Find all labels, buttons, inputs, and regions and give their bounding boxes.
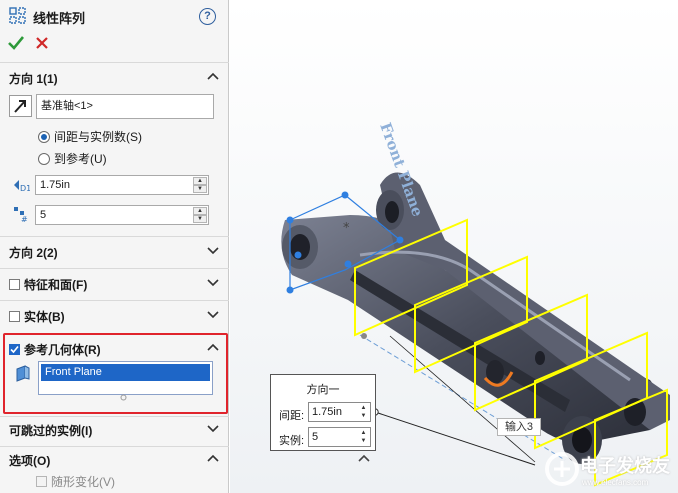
- direction-callout: 方向一 间距: 1.75in ▲ ▼ 实例: 5 ▲ ▼: [270, 374, 376, 451]
- section-direction-2[interactable]: 方向 2(2): [0, 236, 229, 268]
- section-title-direction-1[interactable]: 方向 1(1): [9, 70, 58, 87]
- callout-instances-label: 实例:: [279, 435, 305, 447]
- svg-text:D1: D1: [20, 184, 30, 193]
- spacing-input[interactable]: 1.75in ▲ ▼: [35, 175, 209, 195]
- ref-geometry-list[interactable]: Front Plane: [38, 361, 213, 395]
- features-faces-label: 特征和面(F): [24, 278, 88, 292]
- spacing-instances-label: 间距与实例数(S): [54, 130, 142, 144]
- instances-count-icon: #: [14, 207, 28, 223]
- property-manager-header: 线性阵列 ?: [0, 0, 229, 62]
- ok-check-icon[interactable]: [7, 34, 25, 52]
- callout-instances-stepper[interactable]: ▲ ▼: [358, 429, 369, 445]
- instances-stepper[interactable]: ▲ ▼: [193, 207, 207, 224]
- chevron-down-icon[interactable]: [207, 277, 219, 287]
- features-faces-checkbox[interactable]: 特征和面(F): [9, 276, 87, 293]
- direction-reference-field[interactable]: 基准轴<1>: [36, 94, 214, 119]
- input-tag[interactable]: 输入3: [497, 418, 541, 436]
- svg-text:#: #: [21, 215, 28, 223]
- list-resize-handle[interactable]: [120, 394, 127, 401]
- svg-text:*: *: [343, 221, 350, 236]
- chevron-up-icon[interactable]: [207, 71, 219, 81]
- down-arrow-icon[interactable]: ▼: [358, 437, 369, 445]
- section-title-options[interactable]: 选项(O): [9, 452, 50, 469]
- callout-spacing-value: 1.75in: [312, 406, 342, 418]
- callout-spacing-stepper[interactable]: ▲ ▼: [358, 404, 369, 420]
- chevron-up-icon[interactable]: [207, 453, 219, 463]
- spacing-value: 1.75in: [40, 179, 70, 191]
- vary-sketch-label: 随形变化(V): [51, 475, 115, 489]
- spacing-d1-icon: D1: [14, 180, 30, 193]
- watermark-url: www.elecfans.com: [582, 478, 649, 487]
- page-title: 线性阵列: [33, 11, 86, 26]
- chevron-down-icon[interactable]: [207, 245, 219, 255]
- help-button[interactable]: ?: [199, 8, 216, 25]
- list-item[interactable]: Front Plane: [41, 364, 210, 381]
- chevron-up-icon[interactable]: [207, 342, 219, 352]
- bodies-checkbox[interactable]: 实体(B): [9, 308, 65, 325]
- property-manager: 线性阵列 ? 方向 1(1) 基准轴<1> 间距与实例数(S) 到参考(U) D…: [0, 0, 237, 493]
- section-direction-1: 方向 1(1) 基准轴<1> 间距与实例数(S) 到参考(U) D1 1.75i…: [0, 62, 229, 234]
- spacing-stepper[interactable]: ▲ ▼: [193, 177, 207, 194]
- instances-value: 5: [40, 209, 47, 221]
- bodies-label: 实体(B): [24, 310, 65, 324]
- ref-geometry-checkbox[interactable]: 参考几何体(R): [9, 341, 101, 358]
- up-arrow-icon[interactable]: ▲: [358, 404, 369, 412]
- chevron-down-icon[interactable]: [207, 309, 219, 319]
- section-options: 选项(O) 随形变化(V): [0, 446, 229, 493]
- instances-input[interactable]: 5 ▲ ▼: [35, 205, 209, 225]
- plane-icon: [16, 365, 30, 382]
- watermark-text: 电子发烧友: [580, 456, 670, 476]
- section-bodies[interactable]: 实体(B): [0, 300, 229, 332]
- down-arrow-icon[interactable]: ▼: [358, 412, 369, 420]
- up-to-reference-radio[interactable]: 到参考(U): [38, 150, 107, 167]
- callout-instances-value: 5: [312, 431, 319, 443]
- linear-pattern-icon: [9, 7, 26, 24]
- section-title-direction-2[interactable]: 方向 2(2): [9, 244, 58, 261]
- up-to-reference-label: 到参考(U): [54, 152, 107, 166]
- seed-point-marker: [361, 333, 367, 339]
- up-arrow-icon[interactable]: ▲: [193, 177, 207, 185]
- up-arrow-icon[interactable]: ▲: [358, 429, 369, 437]
- spacing-instances-radio[interactable]: 间距与实例数(S): [38, 128, 142, 145]
- section-features-faces[interactable]: 特征和面(F): [0, 268, 229, 300]
- up-arrow-icon[interactable]: ▲: [193, 207, 207, 215]
- vary-sketch-checkbox[interactable]: 随形变化(V): [36, 473, 115, 490]
- chevron-down-icon[interactable]: [207, 423, 219, 433]
- callout-spacing-input[interactable]: 1.75in ▲ ▼: [308, 402, 371, 422]
- callout-collapse-chevron-icon[interactable]: [358, 454, 370, 462]
- cancel-x-icon[interactable]: [34, 35, 50, 51]
- direction-arrow-icon[interactable]: [9, 95, 32, 117]
- section-skip-instances[interactable]: 可跳过的实例(I): [0, 416, 229, 446]
- down-arrow-icon[interactable]: ▼: [193, 215, 207, 223]
- down-arrow-icon[interactable]: ▼: [193, 185, 207, 193]
- callout-spacing-label: 间距:: [279, 410, 305, 422]
- ref-geometry-label: 参考几何体(R): [24, 343, 101, 357]
- section-title-skip-instances[interactable]: 可跳过的实例(I): [9, 422, 92, 439]
- callout-title: 方向一: [306, 384, 340, 396]
- callout-instances-input[interactable]: 5 ▲ ▼: [308, 427, 371, 447]
